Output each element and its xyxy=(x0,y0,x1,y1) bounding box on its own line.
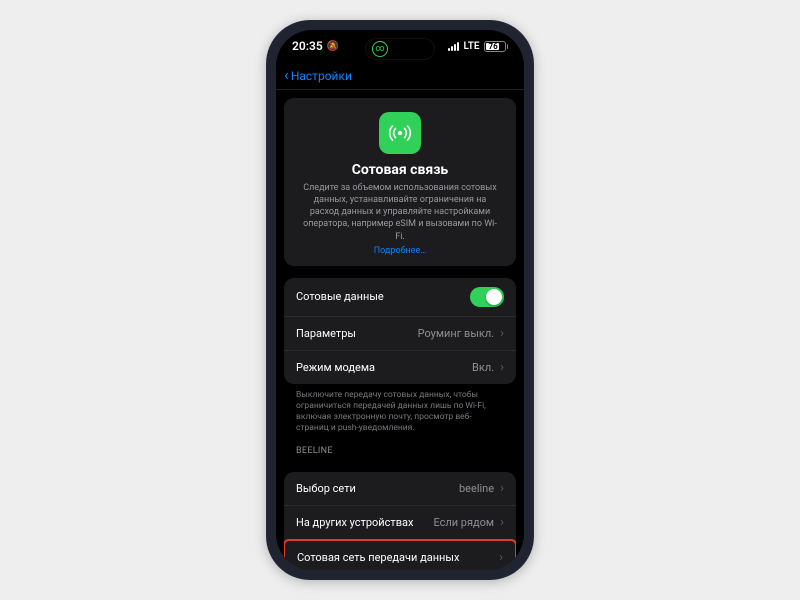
row-cellular-options[interactable]: Параметры Роуминг выкл. › xyxy=(284,317,516,351)
settings-group-carrier: Выбор сети beeline › На других устройств… xyxy=(284,472,516,570)
row-on-other-devices[interactable]: На других устройствах Если рядом › xyxy=(284,506,516,540)
nav-bar: ‹ Настройки xyxy=(276,62,524,90)
row-cellular-data-network[interactable]: Сотовая сеть передачи данных › xyxy=(284,539,516,570)
settings-group-main: Сотовые данные Параметры Роуминг выкл. ›… xyxy=(284,278,516,384)
cellular-data-toggle[interactable] xyxy=(470,287,504,307)
chevron-right-icon: › xyxy=(500,326,504,341)
hero-card: Сотовая связь Следите за объемом использ… xyxy=(284,98,516,266)
row-value: Вкл. xyxy=(472,361,494,374)
chevron-right-icon: › xyxy=(500,515,504,530)
cellular-icon xyxy=(379,112,421,154)
hero-title: Сотовая связь xyxy=(296,162,504,178)
dynamic-island xyxy=(365,38,435,60)
row-label: На других устройствах xyxy=(296,516,413,529)
back-button[interactable]: ‹ Настройки xyxy=(284,68,352,83)
network-type-label: LTE xyxy=(463,41,479,52)
row-value: Роуминг выкл. xyxy=(418,327,495,340)
scroll-content[interactable]: Сотовая связь Следите за объемом использ… xyxy=(276,90,524,570)
row-value: Если рядом xyxy=(433,516,494,529)
chevron-right-icon: › xyxy=(500,360,504,375)
row-value: beeline xyxy=(459,482,494,495)
row-label: Выбор сети xyxy=(296,482,356,495)
hero-description: Следите за объемом использования сотовых… xyxy=(296,182,504,243)
row-label: Сотовая сеть передачи данных xyxy=(297,551,459,564)
chevron-right-icon: › xyxy=(499,550,503,565)
activity-indicator-icon xyxy=(372,41,388,57)
group-footer-note: Выключите передачу сотовых данных, чтобы… xyxy=(284,384,516,434)
chevron-right-icon: › xyxy=(500,481,504,496)
row-personal-hotspot[interactable]: Режим модема Вкл. › xyxy=(284,351,516,384)
section-header-carrier: BEELINE xyxy=(284,434,516,460)
hero-learn-more-link[interactable]: Подробнее… xyxy=(374,246,427,256)
row-network-selection[interactable]: Выбор сети beeline › xyxy=(284,472,516,506)
signal-bars-icon xyxy=(448,41,459,51)
row-cellular-data[interactable]: Сотовые данные xyxy=(284,278,516,317)
screen: 20:35 🔕 LTE 76 ‹ Н xyxy=(276,30,524,570)
row-label: Параметры xyxy=(296,327,356,340)
row-label: Режим модема xyxy=(296,361,375,374)
battery-icon: 76 xyxy=(484,41,509,52)
chevron-left-icon: ‹ xyxy=(284,67,289,83)
phone-frame: 20:35 🔕 LTE 76 ‹ Н xyxy=(266,20,534,580)
silent-mode-icon: 🔕 xyxy=(327,41,339,52)
status-time: 20:35 xyxy=(292,39,323,53)
row-label: Сотовые данные xyxy=(296,290,384,303)
back-label: Настройки xyxy=(291,69,352,83)
